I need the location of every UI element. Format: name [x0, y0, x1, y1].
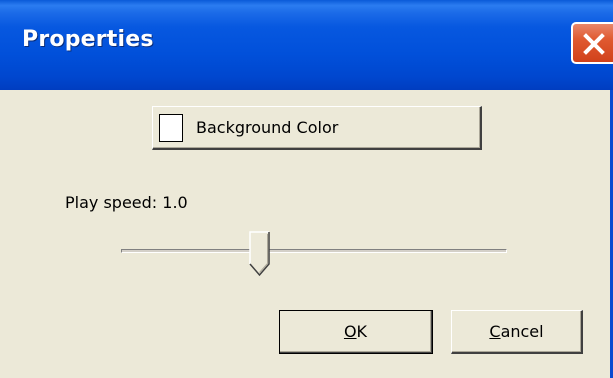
close-icon: [583, 33, 605, 55]
ok-button[interactable]: OK: [279, 310, 433, 354]
ok-mnemonic: O: [343, 322, 357, 341]
ok-label-rest: K: [356, 322, 368, 341]
title-bar[interactable]: Properties: [0, 0, 613, 90]
color-swatch: [159, 114, 183, 142]
cancel-button[interactable]: Cancel: [451, 310, 583, 354]
play-speed-slider-thumb[interactable]: [249, 231, 271, 277]
properties-dialog: Properties Background Color Play speed: …: [0, 0, 613, 378]
background-color-button[interactable]: Background Color: [152, 106, 482, 150]
play-speed-label: Play speed: 1.0: [65, 193, 188, 212]
cancel-mnemonic: C: [489, 322, 501, 341]
slider-thumb-icon: [249, 231, 270, 277]
cancel-label-rest: ancel: [500, 322, 544, 341]
play-speed-slider-track[interactable]: [121, 249, 507, 253]
window-title: Properties: [22, 27, 154, 52]
background-color-label: Background Color: [196, 118, 339, 137]
close-button[interactable]: [571, 22, 613, 64]
